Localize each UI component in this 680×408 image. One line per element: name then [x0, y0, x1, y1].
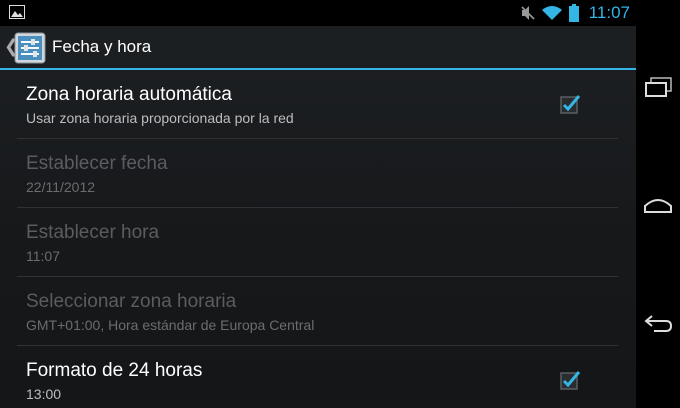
- setting-24-hour-format[interactable]: Formato de 24 horas 13:00: [0, 346, 636, 408]
- navigation-bar: [636, 0, 680, 408]
- battery-icon: [568, 4, 579, 22]
- setting-title: Seleccionar zona horaria: [26, 291, 237, 312]
- settings-sliders-icon: [14, 32, 46, 64]
- recent-apps-icon[interactable]: [642, 72, 674, 102]
- setting-select-timezone[interactable]: Seleccionar zona horaria GMT+01:00, Hora…: [0, 277, 636, 346]
- setting-title: Establecer hora: [26, 222, 160, 243]
- setting-set-date[interactable]: Establecer fecha 22/11/2012: [0, 139, 636, 208]
- picture-icon: [9, 5, 25, 19]
- setting-title: Zona horaria automática: [26, 84, 232, 105]
- setting-title: Formato de 24 horas: [26, 360, 203, 381]
- setting-summary: 22/11/2012: [26, 179, 96, 195]
- setting-title: Establecer fecha: [26, 153, 168, 174]
- home-icon[interactable]: [642, 190, 674, 220]
- checkbox-checked-icon[interactable]: [559, 93, 581, 115]
- setting-summary: GMT+01:00, Hora estándar de Europa Centr…: [26, 317, 315, 333]
- setting-summary: 13:00: [26, 386, 62, 402]
- status-icons: 11:07: [521, 0, 630, 26]
- status-bar: 11:07: [0, 0, 636, 26]
- screen: 11:07 ❮ Fecha y hora Zona horaria automá…: [0, 0, 636, 408]
- action-bar: ❮ Fecha y hora: [0, 26, 636, 70]
- back-icon[interactable]: [642, 308, 674, 338]
- setting-summary: 11:07: [26, 248, 60, 264]
- wifi-icon: [541, 6, 562, 20]
- checkbox-checked-icon[interactable]: [559, 369, 581, 391]
- settings-list: Zona horaria automática Usar zona horari…: [0, 70, 636, 408]
- page-title: Fecha y hora: [52, 37, 152, 56]
- setting-auto-timezone[interactable]: Zona horaria automática Usar zona horari…: [0, 70, 636, 139]
- setting-set-time[interactable]: Establecer hora 11:07: [0, 208, 636, 277]
- mute-icon: [521, 6, 535, 20]
- up-button[interactable]: ❮: [0, 26, 48, 68]
- setting-summary: Usar zona horaria proporcionada por la r…: [26, 110, 294, 126]
- status-time: 11:07: [588, 3, 630, 22]
